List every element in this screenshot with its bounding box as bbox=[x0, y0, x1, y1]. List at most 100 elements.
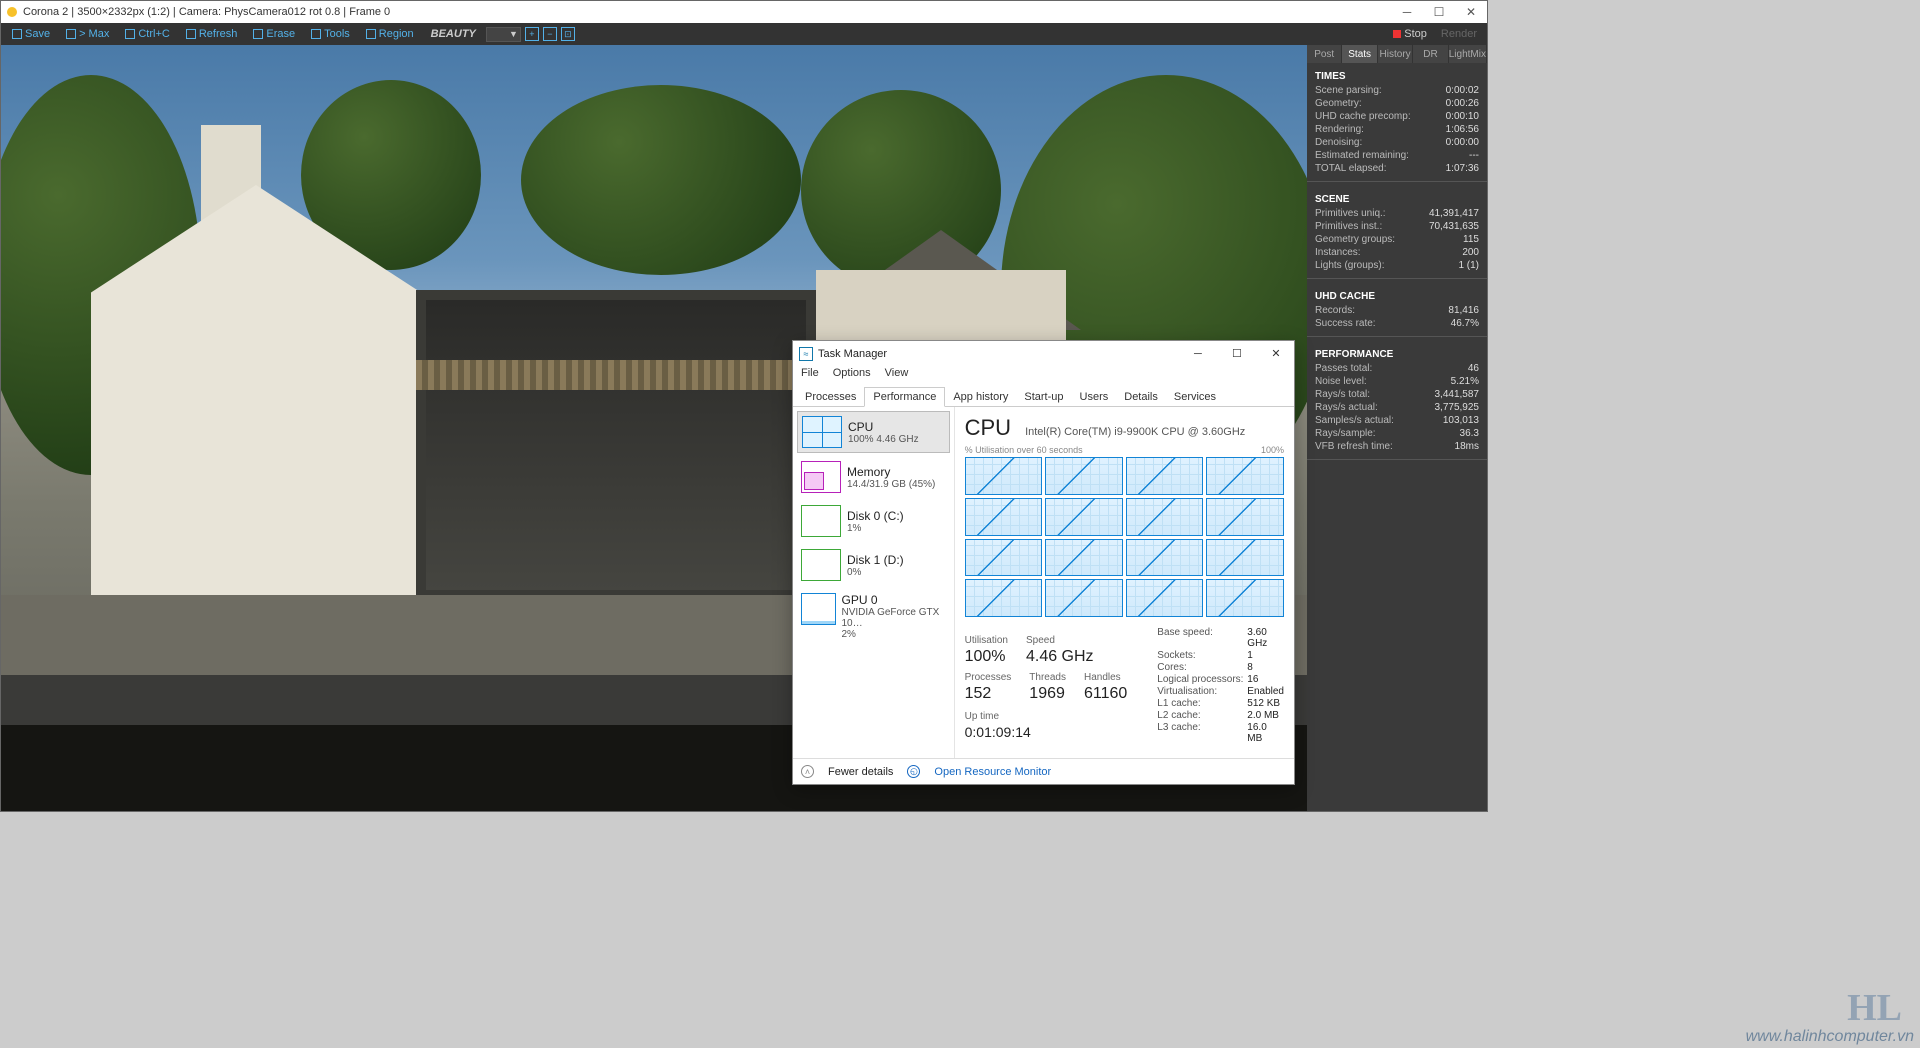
stats-panel: PostStatsHistoryDRLightMix TIMESScene pa… bbox=[1307, 45, 1487, 811]
stats-group-head: TIMES bbox=[1315, 71, 1479, 82]
tm-axis-right: 100% bbox=[1261, 445, 1284, 455]
open-resource-monitor-link[interactable]: Open Resource Monitor bbox=[934, 766, 1051, 778]
resource-thumb-icon bbox=[801, 461, 841, 493]
stats-row: Estimated remaining:--- bbox=[1315, 149, 1479, 162]
close-button[interactable]: ✕ bbox=[1455, 1, 1487, 23]
tm-footer: ˄ Fewer details ◵ Open Resource Monitor bbox=[793, 758, 1294, 784]
tm-detail-pane: CPU Intel(R) Core(TM) i9-9900K CPU @ 3.6… bbox=[955, 407, 1294, 758]
tm-stat: Processes152 bbox=[965, 672, 1012, 703]
copy-button[interactable]: Ctrl+C bbox=[118, 25, 176, 43]
refresh-button[interactable]: Refresh bbox=[179, 25, 245, 43]
channel-label[interactable]: BEAUTY bbox=[423, 28, 484, 40]
stats-group-head: PERFORMANCE bbox=[1315, 349, 1479, 360]
tm-uptime: Up time 0:01:09:14 bbox=[965, 711, 1128, 740]
tm-cpu-spec: Base speed:3.60 GHzSockets:1Cores:8Logic… bbox=[1157, 627, 1284, 744]
window-controls: ─ ☐ ✕ bbox=[1391, 1, 1487, 23]
stats-tab-post[interactable]: Post bbox=[1307, 45, 1342, 63]
channel-dropdown[interactable]: ▼ bbox=[486, 27, 521, 42]
cpu-core-graph bbox=[965, 539, 1043, 577]
tm-stats-row: Utilisation100%Speed4.46 GHz bbox=[965, 635, 1128, 666]
stats-row: Primitives inst.:70,431,635 bbox=[1315, 220, 1479, 233]
tm-tab-details[interactable]: Details bbox=[1116, 388, 1166, 406]
cpu-core-graph bbox=[965, 498, 1043, 536]
copy-icon bbox=[125, 29, 135, 39]
tm-menu-options[interactable]: Options bbox=[833, 367, 871, 385]
resource-monitor-icon[interactable]: ◵ bbox=[907, 765, 920, 778]
cpu-core-graph bbox=[1206, 539, 1284, 577]
stats-row: Geometry groups:115 bbox=[1315, 233, 1479, 246]
tm-close-button[interactable]: ✕ bbox=[1258, 341, 1294, 367]
tm-cpu-model: Intel(R) Core(TM) i9-9900K CPU @ 3.60GHz bbox=[1025, 426, 1245, 438]
stats-tab-stats[interactable]: Stats bbox=[1342, 45, 1377, 63]
tm-menu-view[interactable]: View bbox=[885, 367, 909, 385]
tm-tab-start-up[interactable]: Start-up bbox=[1016, 388, 1071, 406]
fewer-details-link[interactable]: Fewer details bbox=[828, 766, 893, 778]
stats-tab-history[interactable]: History bbox=[1378, 45, 1413, 63]
cpu-core-graph bbox=[1126, 539, 1204, 577]
tm-tab-users[interactable]: Users bbox=[1072, 388, 1117, 406]
tm-tab-services[interactable]: Services bbox=[1166, 388, 1224, 406]
max-icon bbox=[66, 29, 76, 39]
stats-body: TIMESScene parsing:0:00:02Geometry:0:00:… bbox=[1307, 63, 1487, 464]
stop-button[interactable]: Stop bbox=[1387, 28, 1433, 40]
tools-button[interactable]: Tools bbox=[304, 25, 357, 43]
to-max-button[interactable]: > Max bbox=[59, 25, 116, 43]
stats-row: Passes total:46 bbox=[1315, 362, 1479, 375]
tm-resource-disk-0-c-[interactable]: Disk 0 (C:)1% bbox=[797, 501, 950, 541]
scene-tree bbox=[521, 85, 801, 275]
resource-thumb-icon bbox=[801, 549, 841, 581]
tm-maximize-button[interactable]: ☐ bbox=[1219, 341, 1255, 367]
stats-row: Instances:200 bbox=[1315, 246, 1479, 259]
tm-tab-app-history[interactable]: App history bbox=[945, 388, 1016, 406]
stats-group-head: UHD CACHE bbox=[1315, 291, 1479, 302]
stats-group-head: SCENE bbox=[1315, 194, 1479, 205]
task-manager-window: ≈ Task Manager ─ ☐ ✕ File Options View Pro… bbox=[792, 340, 1295, 785]
tm-resource-gpu-0[interactable]: GPU 0NVIDIA GeForce GTX 10…2% bbox=[797, 589, 950, 644]
tm-titlebar[interactable]: ≈ Task Manager ─ ☐ ✕ bbox=[793, 341, 1294, 367]
resource-thumb-icon bbox=[801, 593, 836, 625]
stats-row: Denoising:0:00:00 bbox=[1315, 136, 1479, 149]
stats-row: Rays/s total:3,441,587 bbox=[1315, 388, 1479, 401]
region-button[interactable]: Region bbox=[359, 25, 421, 43]
stats-row: Geometry:0:00:26 bbox=[1315, 97, 1479, 110]
cpu-core-graph bbox=[1206, 457, 1284, 495]
tm-tab-processes[interactable]: Processes bbox=[797, 388, 864, 406]
tm-menu-file[interactable]: File bbox=[801, 367, 819, 385]
refresh-icon bbox=[186, 29, 196, 39]
zoom-fit-icon[interactable]: ⊡ bbox=[561, 27, 575, 41]
erase-icon bbox=[253, 29, 263, 39]
maximize-button[interactable]: ☐ bbox=[1423, 1, 1455, 23]
resource-thumb-icon bbox=[802, 416, 842, 448]
erase-button[interactable]: Erase bbox=[246, 25, 302, 43]
tm-resource-memory[interactable]: Memory14.4/31.9 GB (45%) bbox=[797, 457, 950, 497]
stats-row: Records:81,416 bbox=[1315, 304, 1479, 317]
corona-titlebar[interactable]: Corona 2 | 3500×2332px (1:2) | Camera: P… bbox=[1, 1, 1487, 23]
stats-tab-dr[interactable]: DR bbox=[1413, 45, 1448, 63]
tm-minimize-button[interactable]: ─ bbox=[1180, 341, 1216, 367]
tools-icon bbox=[311, 29, 321, 39]
tm-title-text: Task Manager bbox=[818, 348, 1180, 360]
chevron-up-icon[interactable]: ˄ bbox=[801, 765, 814, 778]
tm-cpu-core-grid[interactable] bbox=[965, 457, 1284, 617]
zoom-in-icon[interactable]: + bbox=[525, 27, 539, 41]
tm-axis-labels: % Utilisation over 60 seconds 100% bbox=[965, 445, 1284, 455]
tm-stat: Utilisation100% bbox=[965, 635, 1008, 666]
cpu-core-graph bbox=[965, 457, 1043, 495]
save-button[interactable]: Save bbox=[5, 25, 57, 43]
render-button[interactable]: Render bbox=[1435, 28, 1483, 40]
stats-row: Success rate:46.7% bbox=[1315, 317, 1479, 330]
minimize-button[interactable]: ─ bbox=[1391, 1, 1423, 23]
stop-icon bbox=[1393, 30, 1401, 38]
resource-thumb-icon bbox=[801, 505, 841, 537]
tm-tab-performance[interactable]: Performance bbox=[864, 387, 945, 407]
url-watermark: www.halinhcomputer.vn bbox=[1746, 1028, 1914, 1046]
tm-resource-disk-1-d-[interactable]: Disk 1 (D:)0% bbox=[797, 545, 950, 585]
zoom-out-icon[interactable]: − bbox=[543, 27, 557, 41]
cpu-core-graph bbox=[1126, 457, 1204, 495]
cpu-core-graph bbox=[965, 579, 1043, 617]
stats-row: Lights (groups):1 (1) bbox=[1315, 259, 1479, 272]
tm-resource-cpu[interactable]: CPU100% 4.46 GHz bbox=[797, 411, 950, 453]
scene-glass-box bbox=[416, 290, 816, 600]
stats-tab-lightmix[interactable]: LightMix bbox=[1449, 45, 1487, 63]
tm-menu-bar: File Options View bbox=[793, 367, 1294, 385]
